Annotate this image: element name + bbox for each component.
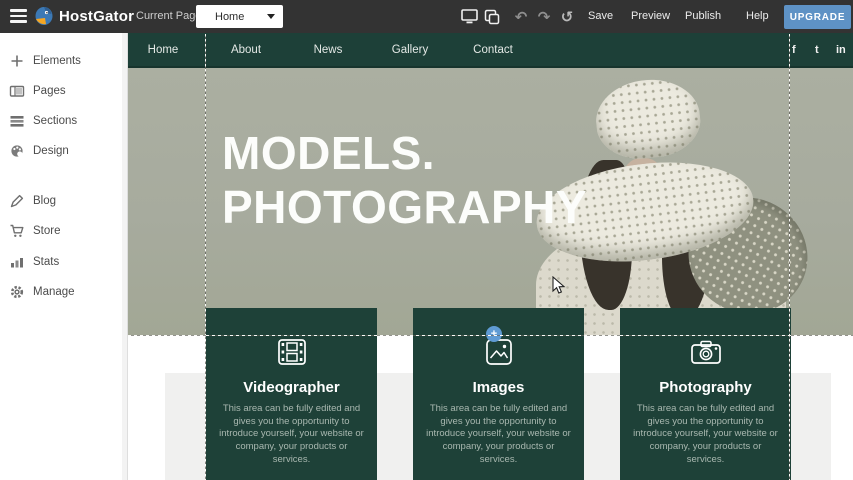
brand-name: HostGator (59, 5, 134, 28)
pencil-icon (9, 193, 25, 209)
page-icon (9, 83, 25, 99)
linkedin-icon[interactable]: in (836, 33, 846, 68)
top-toolbar: HostGator Current Page: Home ↶ ↷ ↺ Save (0, 0, 853, 33)
gator-mascot-icon (33, 5, 55, 28)
camera-icon (689, 337, 723, 367)
site-navbar: Home About News Gallery Contact f t in (128, 33, 853, 68)
selection-dashed-border-right (789, 34, 790, 480)
sidebar-item-elements[interactable]: Elements (0, 46, 127, 76)
preview-button[interactable]: Preview (631, 0, 670, 33)
add-image-badge[interactable]: + (486, 326, 502, 342)
sidebar-item-store[interactable]: Store (0, 216, 127, 246)
add-image-icon (483, 337, 515, 367)
twitter-icon[interactable]: t (815, 33, 819, 68)
plus-icon (9, 53, 25, 69)
hero-title[interactable]: MODELS. PHOTOGRAPHY (222, 126, 587, 234)
palette-icon (9, 143, 25, 159)
hero-title-line2: PHOTOGRAPHY (222, 180, 587, 234)
sidebar-item-sections[interactable]: Sections (0, 106, 127, 136)
site-nav-gallery[interactable]: Gallery (375, 33, 445, 68)
card-title: Photography (620, 379, 791, 396)
feature-card-photography[interactable]: Photography This area can be fully edite… (620, 308, 791, 480)
card-title: Videographer (206, 379, 377, 396)
chevron-down-icon (267, 14, 275, 19)
publish-button[interactable]: Publish (685, 0, 721, 33)
hamburger-icon[interactable] (10, 9, 27, 23)
card-body: This area can be fully edited and gives … (426, 403, 571, 466)
sidebar-item-stats[interactable]: Stats (0, 247, 127, 277)
help-button[interactable]: Help (746, 0, 769, 33)
section-dashed-divider (128, 335, 853, 336)
gear-icon (9, 284, 25, 300)
cart-icon (9, 223, 25, 239)
mobile-view-icon[interactable] (481, 0, 503, 33)
card-body: This area can be fully edited and gives … (633, 403, 778, 466)
sidebar-item-pages[interactable]: Pages (0, 76, 127, 106)
facebook-icon[interactable]: f (792, 33, 796, 68)
current-page-label: Current Page: (136, 0, 204, 33)
editor-sidebar: Elements Pages Sections Design (0, 33, 128, 480)
upgrade-button[interactable]: UPGRADE (784, 5, 851, 29)
hero-section[interactable]: MODELS. PHOTOGRAPHY (128, 68, 853, 335)
save-button[interactable]: Save (588, 0, 613, 33)
builder-window: HostGator Current Page: Home ↶ ↷ ↺ Save (0, 0, 853, 480)
bar-chart-icon (9, 254, 25, 270)
film-icon (276, 337, 308, 367)
site-nav-contact[interactable]: Contact (458, 33, 528, 68)
hostgator-logo: HostGator (33, 5, 134, 28)
mouse-cursor (552, 276, 566, 295)
page-select-dropdown[interactable]: Home (196, 5, 283, 28)
undo-icon[interactable]: ↶ (510, 0, 532, 33)
site-nav-news[interactable]: News (293, 33, 363, 68)
sun-hat-crown (592, 75, 704, 163)
desktop-view-icon[interactable] (458, 0, 480, 33)
sidebar-item-manage[interactable]: Manage (0, 277, 127, 307)
redo-icon[interactable]: ↷ (533, 0, 555, 33)
page-select-value: Home (215, 11, 267, 23)
selection-dashed-border-left (205, 34, 206, 480)
card-body: This area can be fully edited and gives … (219, 403, 364, 466)
sidebar-item-blog[interactable]: Blog (0, 186, 127, 216)
hero-title-line1: MODELS. (222, 126, 587, 180)
site-nav-about[interactable]: About (211, 33, 281, 68)
card-title: Images (413, 379, 584, 396)
sections-icon (9, 113, 25, 129)
history-icon[interactable]: ↺ (556, 0, 578, 33)
sidebar-item-design[interactable]: Design (0, 136, 127, 166)
site-nav-home[interactable]: Home (128, 33, 198, 68)
sidebar-scrollbar[interactable] (122, 33, 127, 480)
feature-card-videographer[interactable]: Videographer This area can be fully edit… (206, 308, 377, 480)
